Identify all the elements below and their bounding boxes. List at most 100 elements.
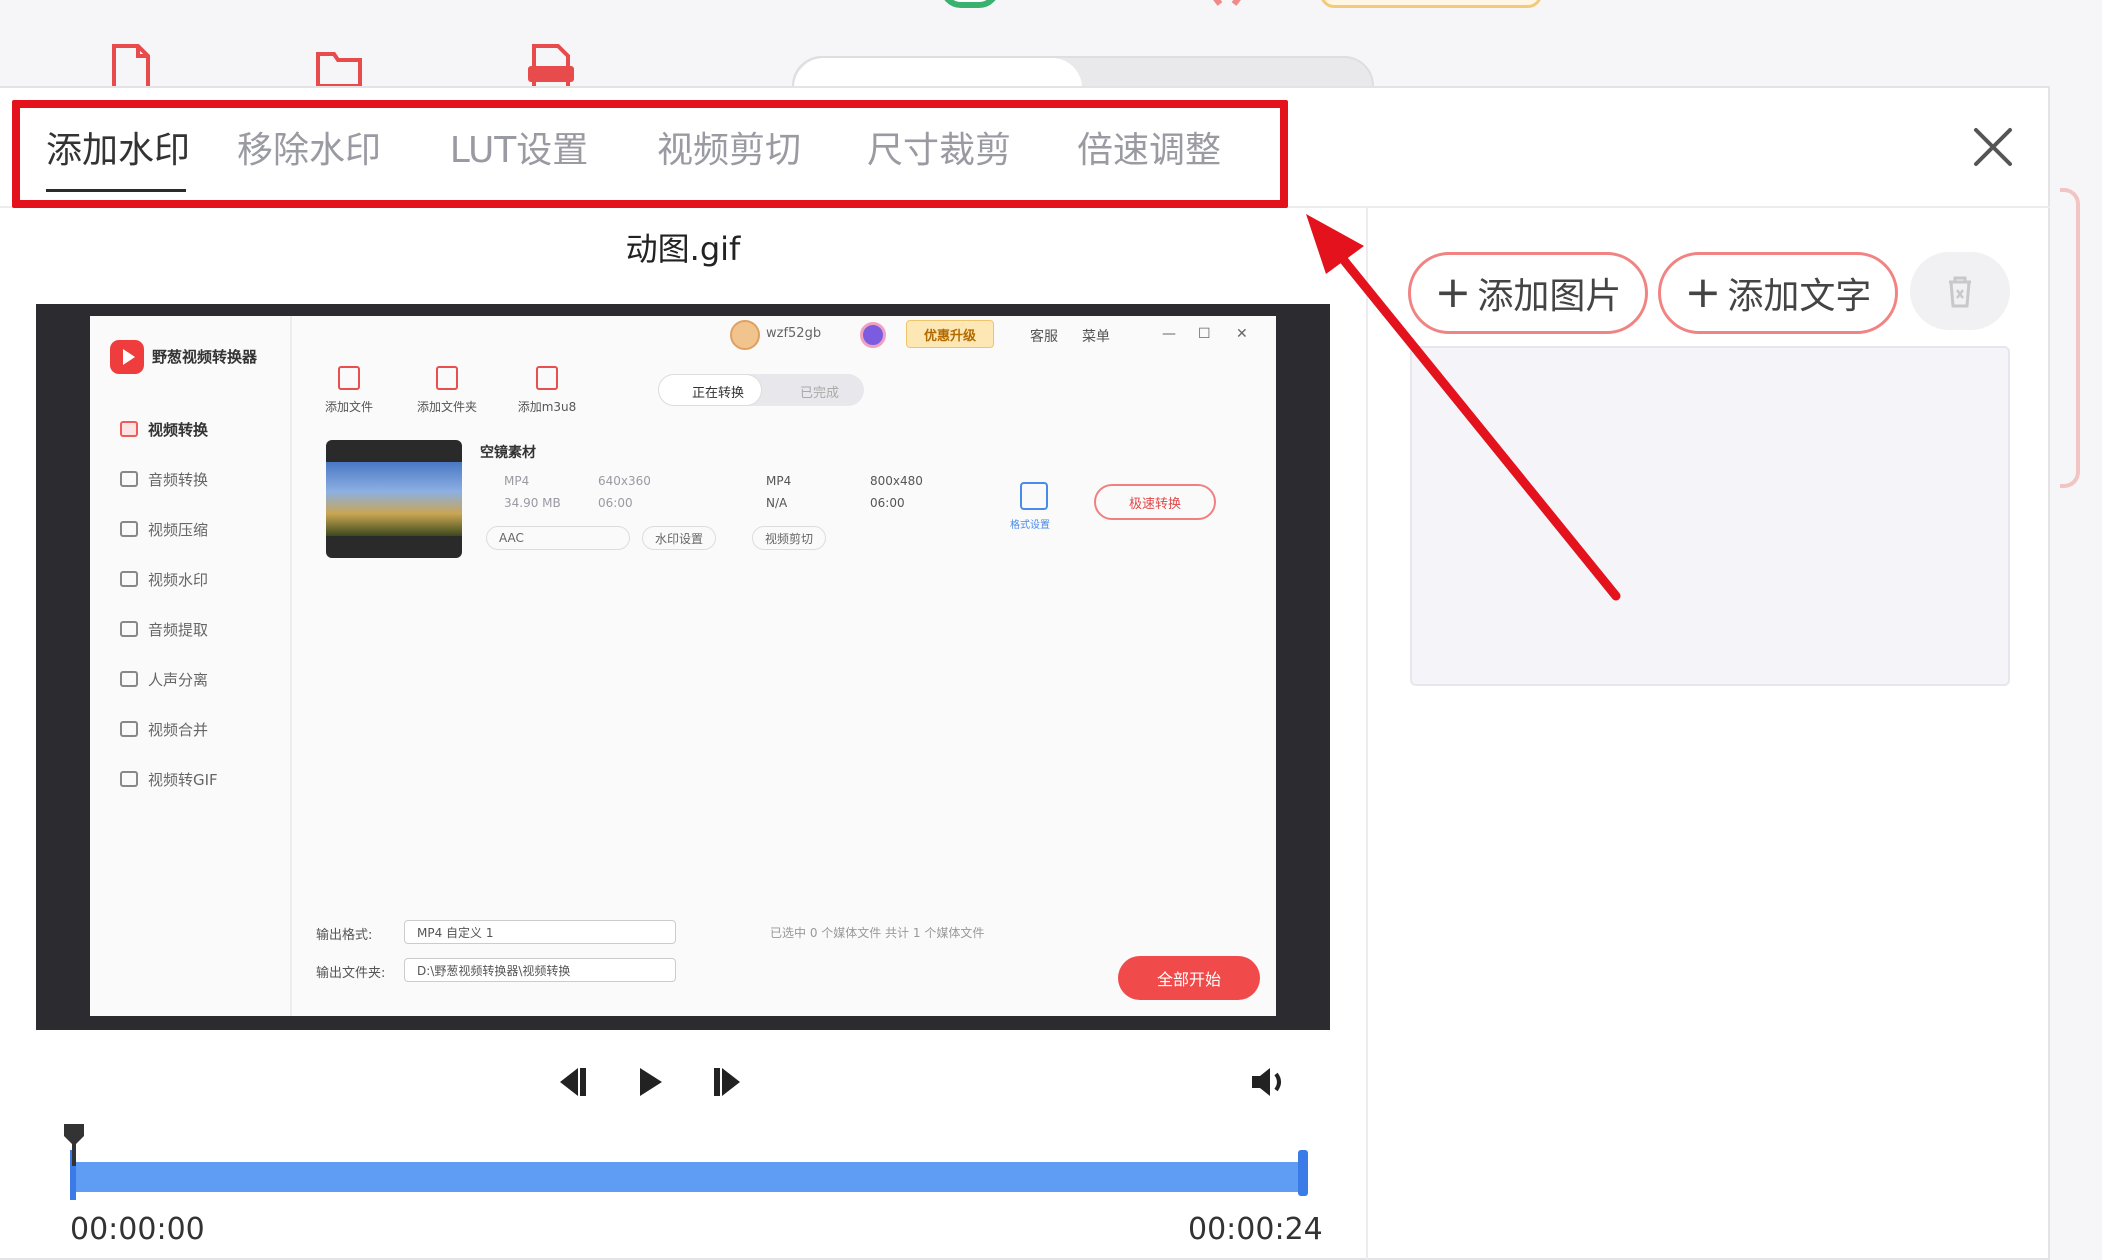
add-m3u8-icon	[536, 366, 558, 390]
preview-nav-label: 视频转GIF	[148, 770, 218, 789]
close-icon[interactable]	[1970, 124, 2016, 170]
bg-right-decor	[2060, 188, 2080, 488]
add-text-label: 添加文字	[1727, 276, 1872, 317]
preview-output-folder-label: 输出文件夹:	[316, 966, 386, 981]
preview-src-duration: 06:00	[598, 496, 633, 510]
preview-src-size: 34.90 MB	[504, 496, 561, 510]
tab-remove-watermark[interactable]: 移除水印	[204, 88, 414, 206]
tab-speed-adjust[interactable]: 倍速调整	[1044, 88, 1254, 206]
preview-output-folder: D:\野葱视频转换器\视频转换	[404, 958, 676, 982]
preview-seg-on: 正在转换	[692, 386, 745, 401]
top-decor-icon	[1213, 0, 1241, 6]
preview-src-format: MP4	[504, 474, 530, 488]
time-start: 00:00:00	[70, 1212, 205, 1247]
preview-nav-item: 视频压缩	[120, 516, 290, 542]
preview-avatar	[730, 320, 760, 350]
top-status-circle	[940, 0, 1000, 8]
tab-lut-settings[interactable]: LUT设置	[414, 88, 624, 206]
tab-video-cut[interactable]: 视频剪切	[624, 88, 834, 206]
preview-tool-label: 添加文件夹	[416, 400, 477, 414]
file-name: 动图.gif	[625, 230, 741, 268]
preview-tool: 添加m3u8	[502, 366, 592, 415]
add-file-icon	[338, 366, 360, 390]
preview-nav-item: 视频转GIF	[120, 766, 290, 792]
preview-nav-label: 音频转换	[148, 470, 209, 489]
preview-item-title: 空镜素材	[480, 445, 536, 461]
top-vip-badge	[1320, 0, 1542, 8]
delete-button[interactable]	[1910, 252, 2010, 330]
tab-bar: 添加水印 移除水印 LUT设置 视频剪切 尺寸裁剪 倍速调整	[24, 88, 1254, 206]
preview-nav-label: 视频水印	[148, 570, 209, 589]
preview-nav-item: 人声分离	[120, 666, 290, 692]
timeline-end-handle[interactable]	[1298, 1150, 1308, 1196]
next-frame-icon[interactable]	[712, 1064, 748, 1100]
add-image-label: 添加图片	[1477, 276, 1622, 317]
app-logo-icon	[110, 340, 144, 374]
preview-watermark-btn: 水印设置	[642, 526, 717, 550]
preview-nav-label: 音频提取	[148, 620, 209, 639]
preview-nav-item: 视频合并	[120, 716, 290, 742]
preview-src-res: 640x360	[598, 474, 651, 488]
preview-tool: 添加文件夹	[402, 366, 492, 415]
preview-output-format: MP4 自定义 1	[404, 920, 676, 944]
close-window-icon: ✕	[1236, 326, 1248, 342]
video-compress-icon	[120, 521, 138, 537]
preview-nav-item: 视频转换	[120, 416, 290, 442]
tab-size-crop[interactable]: 尺寸裁剪	[834, 88, 1044, 206]
video-merge-icon	[120, 721, 138, 737]
add-image-button[interactable]: + 添加图片	[1408, 252, 1648, 334]
preview-seg-off: 已完成	[800, 386, 840, 401]
preview-nav-label: 视频压缩	[148, 520, 209, 539]
plus-icon: +	[1434, 267, 1472, 318]
video-convert-icon	[120, 421, 138, 437]
preview-dst-duration: 06:00	[870, 496, 905, 510]
vocal-separate-icon	[120, 671, 138, 687]
preview-nav-item: 音频提取	[120, 616, 290, 642]
plus-icon: +	[1684, 267, 1722, 318]
preview-tool-label: 添加文件	[324, 400, 373, 414]
preview-nav-label: 视频转换	[148, 420, 209, 439]
preview-username: wzf52gb	[766, 326, 822, 341]
tab-add-watermark[interactable]: 添加水印	[24, 88, 204, 206]
preview-cut-btn: 视频剪切	[752, 526, 827, 550]
dialog-divider	[0, 206, 2050, 208]
prev-frame-icon[interactable]	[552, 1064, 588, 1100]
preview-format-label: 格式设置	[1010, 520, 1050, 531]
preview-dst-res: 800x480	[870, 474, 923, 488]
playhead-icon[interactable]	[64, 1124, 84, 1166]
timeline-bar[interactable]	[72, 1162, 1304, 1192]
video-watermark-icon	[120, 571, 138, 587]
preview-vip-badge: 优惠升级	[906, 320, 994, 348]
preview-segment: 正在转换 已完成	[658, 374, 864, 406]
preview-nav-item: 音频转换	[120, 466, 290, 492]
preview-nav-item: 视频水印	[120, 566, 290, 592]
preview-start-all: 全部开始	[1118, 956, 1260, 1000]
watermark-list	[1410, 346, 2010, 686]
preview-audio-select: AAC	[486, 526, 630, 550]
play-icon[interactable]	[636, 1064, 666, 1100]
add-folder-icon	[436, 366, 458, 390]
format-settings-icon	[1020, 482, 1048, 510]
preview-tool: 添加文件	[304, 366, 394, 415]
preview-tool-label: 添加m3u8	[517, 400, 577, 414]
preview-app-name: 野葱视频转换器	[152, 348, 258, 366]
panel-divider	[1366, 208, 1368, 1260]
preview-frame: 野葱视频转换器 视频转换 音频转换 视频压缩 视频水印 音频提取 人声分离 视频…	[90, 316, 1276, 1016]
preview-output-format-label: 输出格式:	[316, 928, 373, 943]
preview-dst-format: MP4	[766, 474, 792, 488]
add-text-button[interactable]: + 添加文字	[1658, 252, 1898, 334]
preview-menu: 菜单	[1082, 329, 1110, 345]
preview-thumbnail	[326, 440, 462, 558]
maximize-icon: ☐	[1198, 326, 1211, 342]
preview-status: 已选中 0 个媒体文件 共计 1 个媒体文件	[770, 926, 985, 940]
preview-nav-label: 人声分离	[148, 670, 209, 689]
volume-icon[interactable]	[1250, 1064, 1292, 1100]
preview-service: 客服	[1030, 329, 1058, 345]
video-preview: 野葱视频转换器 视频转换 音频转换 视频压缩 视频水印 音频提取 人声分离 视频…	[36, 304, 1330, 1030]
preview-fast-convert: 极速转换	[1094, 484, 1216, 520]
video-to-gif-icon	[120, 771, 138, 787]
gift-icon	[860, 322, 886, 348]
preview-sidebar: 野葱视频转换器 视频转换 音频转换 视频压缩 视频水印 音频提取 人声分离 视频…	[90, 316, 292, 1016]
audio-extract-icon	[120, 621, 138, 637]
time-end: 00:00:24	[1188, 1212, 1323, 1247]
